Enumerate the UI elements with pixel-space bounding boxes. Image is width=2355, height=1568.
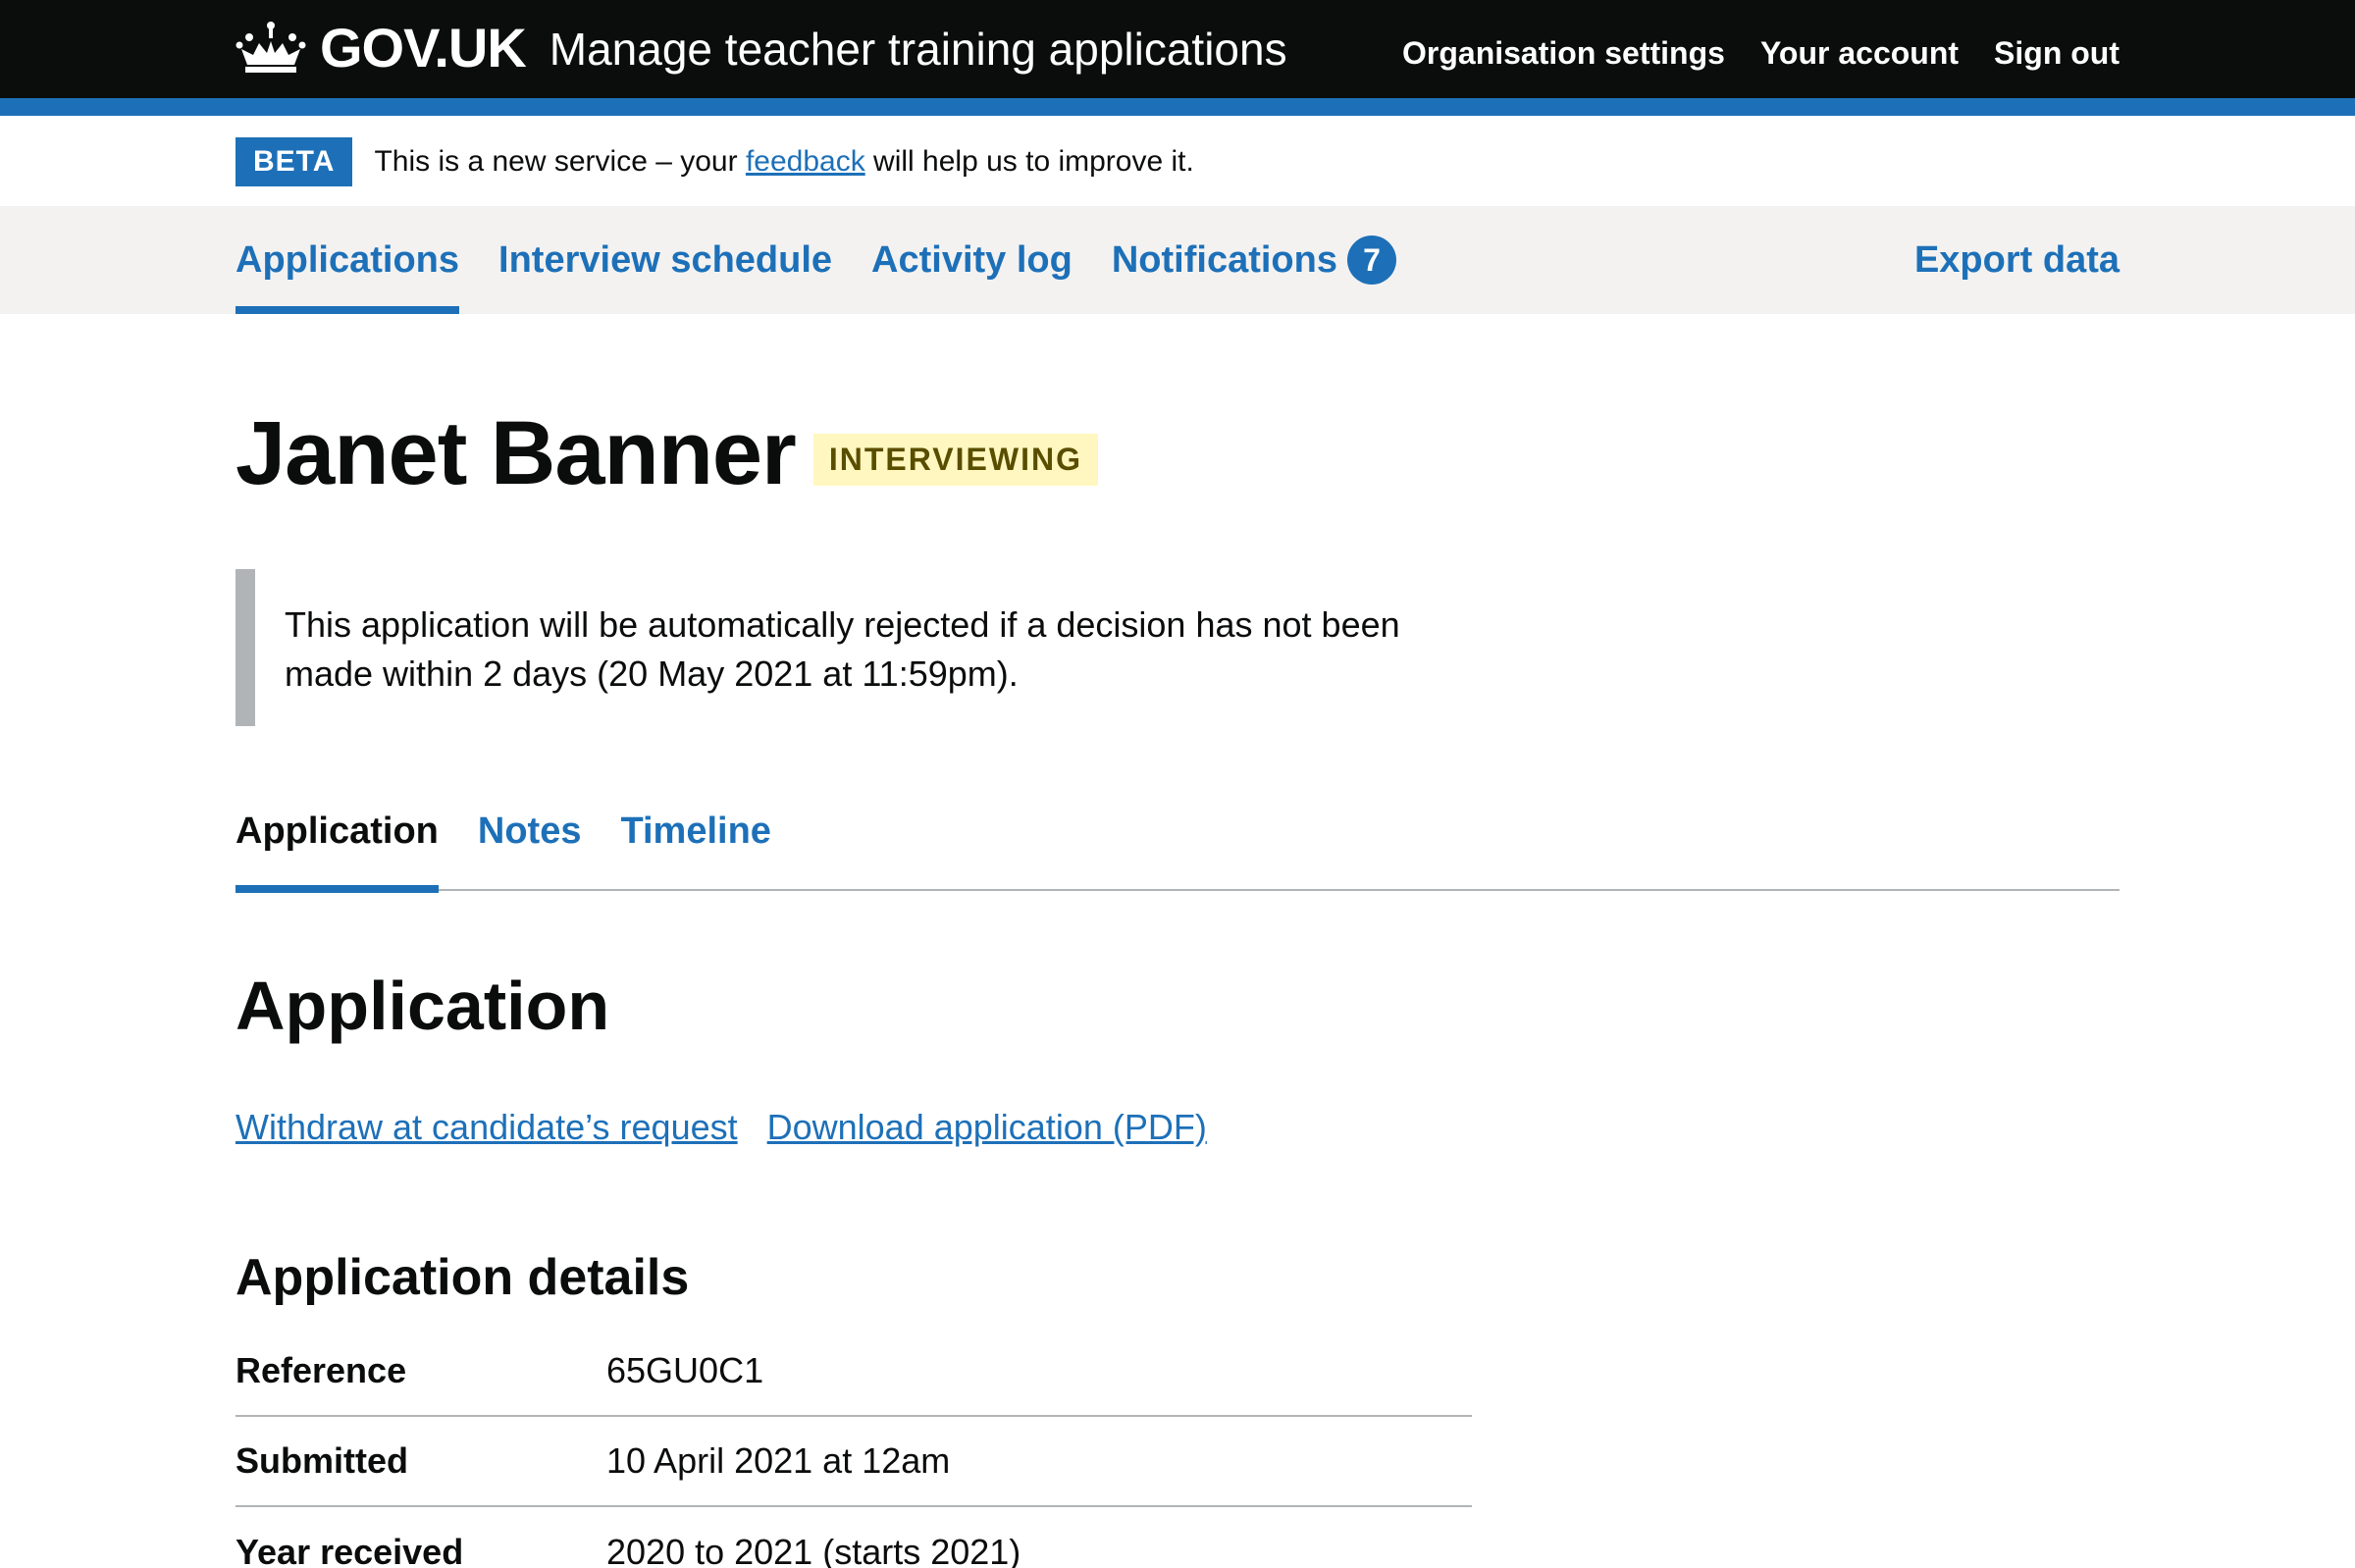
your-account-link[interactable]: Your account bbox=[1760, 35, 1959, 72]
summary-key: Submitted bbox=[236, 1440, 408, 1481]
nav-applications[interactable]: Applications bbox=[236, 206, 460, 314]
phase-text-before: This is a new service – your bbox=[374, 145, 746, 178]
phase-banner-text: This is a new service – your feedback wi… bbox=[374, 145, 1193, 179]
tab-timeline[interactable]: Timeline bbox=[620, 805, 770, 891]
summary-row-submitted: Submitted 10 April 2021 at 12am bbox=[236, 1417, 1472, 1507]
sign-out-link[interactable]: Sign out bbox=[1994, 35, 2120, 72]
withdraw-link[interactable]: Withdraw at candidate’s request bbox=[236, 1107, 738, 1148]
phase-text-after: will help us to improve it. bbox=[864, 145, 1194, 178]
summary-row-reference: Reference 65GU0C1 bbox=[236, 1327, 1472, 1417]
summary-row-year-received: Year received 2020 to 2021 (starts 2021) bbox=[236, 1507, 1472, 1568]
application-tabs: Application Notes Timeline bbox=[236, 805, 2120, 893]
page-title: Janet Banner bbox=[236, 403, 797, 503]
summary-value: 65GU0C1 bbox=[606, 1350, 764, 1390]
crown-icon bbox=[236, 22, 306, 73]
details-heading: Application details bbox=[236, 1249, 690, 1306]
nav-notifications-label: Notifications bbox=[1111, 238, 1337, 281]
summary-key: Year received bbox=[236, 1532, 464, 1568]
header-nav: Organisation settings Your account Sign … bbox=[1402, 35, 2120, 72]
summary-list: Reference 65GU0C1 Submitted 10 April 202… bbox=[236, 1327, 1472, 1568]
beta-tag: BETA bbox=[236, 137, 353, 186]
download-pdf-link[interactable]: Download application (PDF) bbox=[767, 1107, 1207, 1148]
nav-notifications[interactable]: Notifications 7 bbox=[1112, 206, 1396, 314]
summary-key: Reference bbox=[236, 1350, 407, 1390]
organisation-settings-link[interactable]: Organisation settings bbox=[1402, 35, 1725, 72]
summary-value: 2020 to 2021 (starts 2021) bbox=[606, 1532, 1021, 1568]
status-badge: INTERVIEWING bbox=[812, 434, 1098, 486]
phase-banner: BETA This is a new service – your feedba… bbox=[236, 137, 1194, 186]
feedback-link[interactable]: feedback bbox=[746, 145, 865, 178]
nav-activity-log[interactable]: Activity log bbox=[871, 206, 1073, 314]
logo-text: GOV.UK bbox=[320, 16, 527, 78]
section-heading: Application bbox=[236, 967, 610, 1044]
header-blue-bar bbox=[0, 98, 2355, 116]
service-name[interactable]: Manage teacher training applications bbox=[550, 23, 1287, 76]
inset-warning: This application will be automatically r… bbox=[236, 569, 1472, 726]
nav-interview-schedule[interactable]: Interview schedule bbox=[498, 206, 832, 314]
primary-navigation: Applications Interview schedule Activity… bbox=[0, 206, 2355, 314]
export-data-link[interactable]: Export data bbox=[1914, 206, 2120, 314]
govuk-logo-link[interactable]: GOV.UK Manage teacher training applicati… bbox=[236, 16, 1287, 78]
application-actions: Withdraw at candidate’s request Download… bbox=[236, 1107, 1207, 1148]
site-header: GOV.UK Manage teacher training applicati… bbox=[0, 0, 2355, 98]
summary-value: 10 April 2021 at 12am bbox=[606, 1440, 951, 1481]
tab-application[interactable]: Application bbox=[236, 805, 439, 893]
title-row: Janet Banner INTERVIEWING bbox=[236, 402, 1098, 505]
tab-notes[interactable]: Notes bbox=[478, 805, 582, 891]
notifications-count-badge: 7 bbox=[1346, 235, 1396, 285]
